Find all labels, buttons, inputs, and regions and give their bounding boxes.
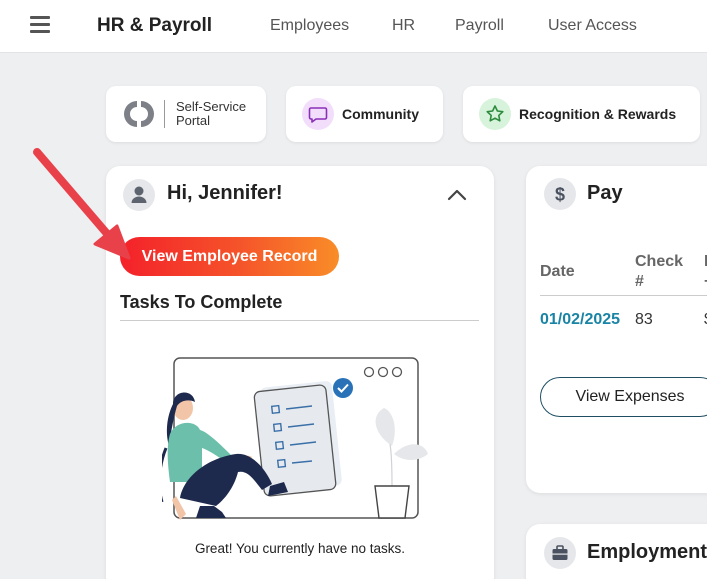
svg-text:$: $ [555, 185, 565, 205]
pay-col-check-line1: Check [635, 253, 684, 270]
view-expenses-button[interactable]: View Expenses [540, 377, 707, 417]
tasks-divider [120, 320, 479, 321]
welcome-card: Hi, Jennifer! View Employee Record Tasks… [106, 166, 494, 579]
community-icon-circle [302, 98, 334, 130]
ssp-label-line2: Portal [176, 113, 210, 128]
self-service-logo [124, 101, 154, 127]
star-icon [486, 105, 504, 122]
menu-icon[interactable] [30, 16, 50, 34]
self-service-portal-label: Self-Service Portal [176, 100, 246, 128]
nav-hr[interactable]: HR [392, 17, 415, 35]
dollar-icon: $ [555, 185, 565, 205]
briefcase-icon-circle [544, 537, 576, 569]
recognition-rewards-link[interactable]: Recognition & Rewards [463, 86, 700, 142]
nav-payroll[interactable]: Payroll [455, 17, 504, 35]
recognition-label: Recognition & Rewards [519, 106, 677, 122]
dollar-icon-circle: $ [544, 178, 576, 210]
pay-row-date-link[interactable]: 01/02/2025 [540, 311, 620, 329]
app-title: HR & Payroll [97, 15, 213, 36]
self-service-portal-link[interactable]: Self-Service Portal [106, 86, 266, 142]
pay-row-check: 83 [635, 311, 653, 328]
top-bar: HR & Payroll Employees HR Payroll User A… [0, 0, 707, 53]
pay-col-check-line2: # [635, 273, 644, 290]
annotation-arrow [33, 148, 131, 260]
briefcase-icon [552, 545, 568, 560]
tasks-title: Tasks To Complete [120, 292, 283, 312]
recognition-icon-circle [479, 98, 511, 130]
chevron-up-icon[interactable] [446, 184, 468, 206]
pay-title: Pay [587, 182, 623, 204]
nav-user-access[interactable]: User Access [548, 17, 637, 35]
no-tasks-message: Great! You currently have no tasks. [194, 541, 406, 556]
no-tasks-illustration [162, 357, 428, 520]
pay-table-divider [540, 295, 707, 296]
community-label: Community [342, 106, 419, 122]
nav-employees[interactable]: Employees [270, 17, 349, 35]
pay-col-date: Date [540, 263, 575, 280]
greeting-title: Hi, Jennifer! [167, 182, 283, 204]
view-employee-record-button[interactable]: View Employee Record [120, 237, 339, 276]
chat-bubble-icon [308, 107, 328, 123]
ssp-label-line1: Self-Service [176, 99, 247, 114]
employment-card: Employment [526, 524, 707, 579]
employment-title: Employment [587, 541, 707, 563]
pay-card: $ Pay Date Check # I+ 01/02/2025 83 $ Vi… [526, 166, 707, 493]
pay-col-check: Check # [635, 252, 683, 292]
community-link[interactable]: Community [286, 86, 443, 142]
divider [164, 100, 165, 128]
